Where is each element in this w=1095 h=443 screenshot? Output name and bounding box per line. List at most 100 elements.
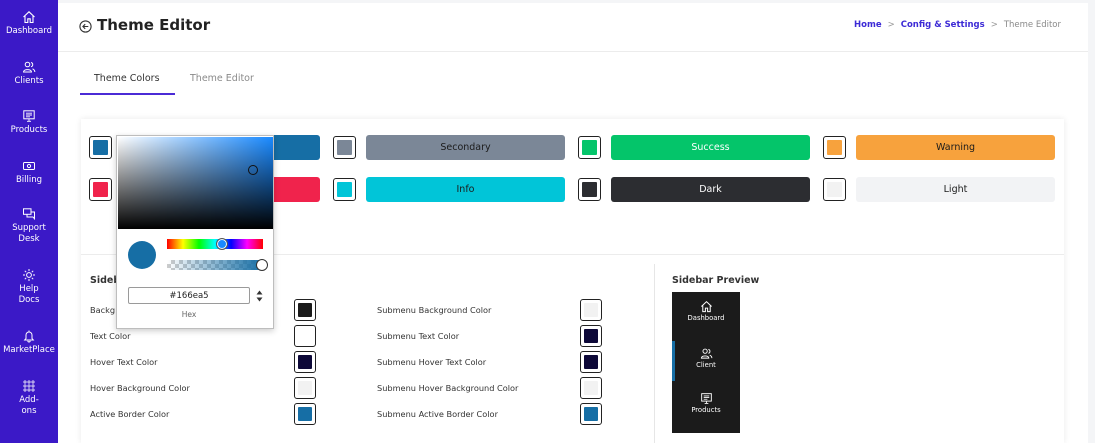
swatch-dark[interactable] [578,178,601,201]
preview-item-label: Products [691,406,721,414]
swatch-fill [298,355,312,369]
swatch-fill [298,303,312,317]
swatch-danger[interactable] [89,178,112,201]
setting-label: Submenu Active Border Color [377,409,498,419]
preview-item-dashboard: Dashboard [672,300,740,323]
swatch-light[interactable] [823,178,846,201]
swatch-fill [298,329,312,343]
swatch-fill [337,182,352,197]
swatch-fill [584,303,598,317]
nav-item-dashboard[interactable]: Dashboard [0,10,58,37]
swatch-submenu-hover-text-color[interactable] [580,351,602,373]
format-toggle-icon[interactable] [255,288,264,304]
nav-label: Support Desk [12,223,46,244]
swatch-fill [337,140,352,155]
preview-item-label: Client [696,361,716,369]
swatch-fill [93,140,108,155]
color-button-label: Warning [935,142,976,153]
swatch-info[interactable] [333,178,356,201]
setting-label: Hover Background Color [90,383,190,393]
grid-icon [23,380,35,392]
color-button-label: Success [691,142,730,153]
nav-label: Add-ons [19,395,39,416]
setting-label: Submenu Hover Text Color [377,357,487,367]
back-arrow-icon[interactable] [79,20,92,33]
swatch-primary[interactable] [89,136,112,159]
home-icon [700,300,712,313]
swatch-sidebar-background[interactable] [294,299,316,321]
color-button-warning[interactable]: Warning [856,135,1055,160]
monitor-icon [23,110,35,122]
swatch-submenu-text-color[interactable] [580,325,602,347]
hex-format-label: Hex [181,310,197,319]
color-button-success[interactable]: Success [611,135,810,160]
tab-theme-editor[interactable]: Theme Editor [190,73,254,84]
nav-item-clients[interactable]: Clients [0,60,58,87]
swatch-submenu-active-border-color[interactable] [580,403,602,425]
tab-theme-colors[interactable]: Theme Colors [94,73,160,84]
nav-item-support-desk[interactable]: Support Desk [0,207,58,245]
nav-item-billing[interactable]: Billing [0,159,58,186]
nav-label: Billing [15,175,43,185]
color-button-label: Dark [699,184,722,195]
sidebar-preview: Dashboard Client Products [672,292,740,433]
alpha-slider-handle[interactable] [256,259,268,271]
hue-slider-handle[interactable] [216,238,228,250]
color-button-label: Secondary [440,142,491,153]
swatch-submenu-hover-background-color[interactable] [580,377,602,399]
preview-item-products: Products [672,392,740,415]
swatch-text-color[interactable] [294,325,316,347]
bell-icon [23,330,35,343]
setting-label: Backg [90,305,116,315]
swatch-fill [298,381,312,395]
breadcrumb-current: Theme Editor [1003,20,1061,30]
saturation-area[interactable] [118,137,273,229]
hex-input[interactable] [128,287,250,304]
nav-label: Products [10,125,48,135]
swatch-secondary[interactable] [333,136,356,159]
users-icon [700,348,712,359]
swatch-hover-background-color[interactable] [294,377,316,399]
breadcrumb-home[interactable]: Home [854,20,882,30]
current-color-preview [128,241,156,269]
left-nav: Dashboard Clients Products Billing Suppo… [0,0,58,443]
active-tab-indicator [80,93,175,95]
nav-item-products[interactable]: Products [0,109,58,136]
setting-label: Hover Text Color [90,357,158,367]
color-button-light[interactable]: Light [856,177,1055,202]
home-icon [23,11,35,24]
chat-icon [23,208,35,221]
setting-label: Active Border Color [90,409,170,419]
breadcrumb-config-settings[interactable]: Config & Settings [901,20,985,30]
swatch-fill [827,182,842,197]
color-button-secondary[interactable]: Secondary [366,135,565,160]
swatch-fill [582,140,597,155]
hue-slider[interactable] [167,239,263,249]
swatch-submenu-background-color[interactable] [580,299,602,321]
page-title: Theme Editor [97,16,211,34]
nav-item-marketplace[interactable]: MarketPlace [0,329,58,356]
nav-label: MarketPlace [3,345,55,355]
nav-item-add-ons[interactable]: Add-ons [0,379,58,417]
nav-label: Clients [14,76,44,86]
swatch-success[interactable] [578,136,601,159]
preview-item-label: Dashboard [687,314,725,322]
nav-item-help-docs[interactable]: Help Docs [0,268,58,306]
swatch-warning[interactable] [823,136,846,159]
breadcrumb-separator: > [887,20,895,30]
setting-label: Submenu Text Color [377,331,460,341]
color-button-info[interactable]: Info [366,177,565,202]
swatch-fill [584,355,598,369]
swatch-active-border-color[interactable] [294,403,316,425]
saturation-cursor[interactable] [248,165,258,175]
color-button-dark[interactable]: Dark [611,177,810,202]
title-row: Theme Editor Home > Config & Settings > Them… [58,3,1088,52]
swatch-fill [584,329,598,343]
swatch-fill [298,407,312,421]
breadcrumb: Home > Config & Settings > Theme Editor [854,20,1061,30]
swatch-hover-text-color[interactable] [294,351,316,373]
money-icon [23,162,35,170]
monitor-icon [700,393,712,404]
color-button-label: Info [456,184,475,195]
alpha-slider[interactable] [167,260,263,270]
